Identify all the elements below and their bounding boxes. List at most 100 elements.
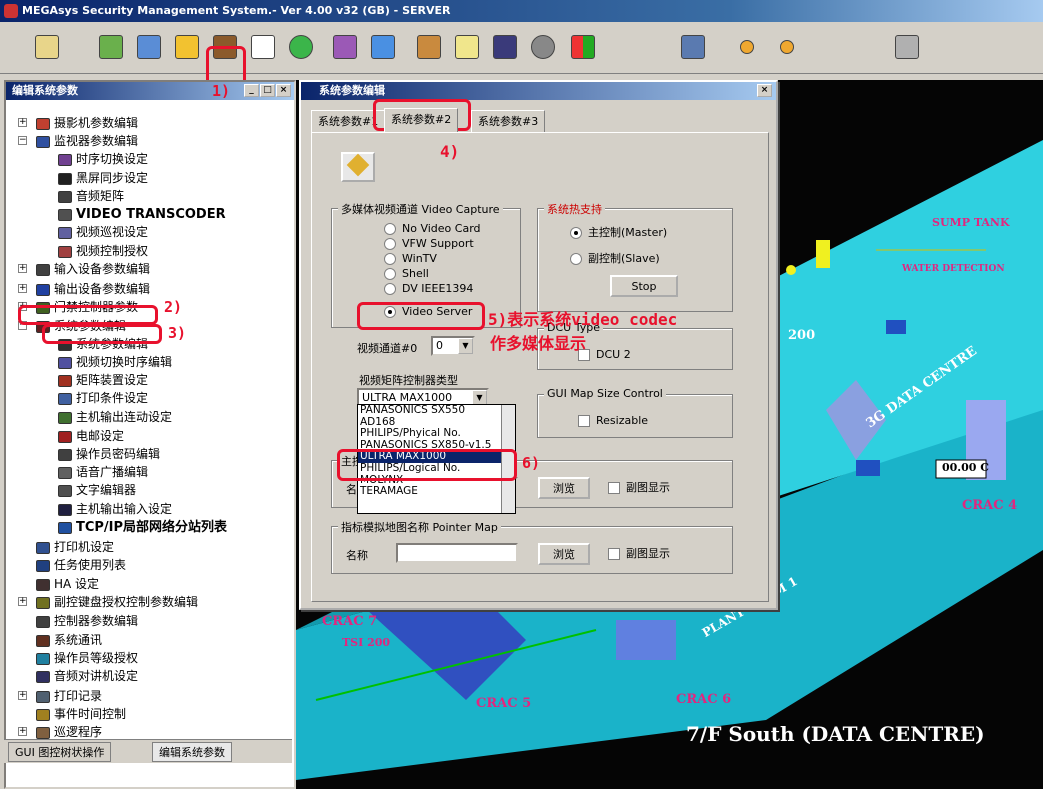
radio-master[interactable]: 主控制(Master) xyxy=(570,225,667,241)
timer-icon[interactable] xyxy=(284,30,318,64)
tree-item[interactable]: 系统通讯 xyxy=(36,631,102,649)
windows-icon[interactable] xyxy=(566,30,600,64)
radio-wintv[interactable]: WinTV xyxy=(384,251,437,267)
person-icon[interactable] xyxy=(412,30,446,64)
cube-icon[interactable] xyxy=(676,30,710,64)
tree-item-label: 音频对讲机设定 xyxy=(54,669,139,683)
tree-item[interactable]: 电邮设定 xyxy=(58,427,124,445)
monitor-icon[interactable] xyxy=(488,30,522,64)
tree-item-icon xyxy=(58,356,72,369)
tree-item-label: 视频巡视设定 xyxy=(76,225,149,239)
tab-edit-system[interactable]: 编辑系统参数 xyxy=(152,742,232,762)
close-button[interactable]: × xyxy=(276,84,291,97)
tree-item[interactable]: 控制器参数编辑 xyxy=(36,612,138,630)
tree-item[interactable]: 黑屏同步设定 xyxy=(58,169,148,187)
tree-item[interactable]: 打印机设定 xyxy=(36,538,114,556)
tree-item-icon xyxy=(36,652,50,665)
main-map-subshow-checkbox[interactable]: 副图显示 xyxy=(608,480,670,496)
map-label-crac6[interactable]: CRAC 6 xyxy=(676,692,731,707)
tree-item[interactable]: 时序切换设定 xyxy=(58,150,148,168)
tree-item[interactable]: 事件时间控制 xyxy=(36,705,126,723)
tree-item[interactable]: 视频控制授权 xyxy=(58,242,148,260)
tab-params-2[interactable]: 系统参数#2 xyxy=(384,108,459,132)
map-label-water[interactable]: WATER DETECTION xyxy=(902,264,1005,274)
expand-icon[interactable]: + xyxy=(18,691,27,700)
tree-item[interactable]: 音频对讲机设定 xyxy=(36,667,138,685)
tree-item[interactable]: 音频矩阵 xyxy=(58,187,124,205)
radio-dv-ieee[interactable]: DV IEEE1394 xyxy=(384,281,473,297)
tree-item[interactable]: 摄影机参数编辑 xyxy=(36,114,138,132)
app-title: MEGAsys Security Management System.- Ver… xyxy=(22,4,451,17)
chevron-down-icon[interactable]: ▼ xyxy=(458,338,473,354)
tree-item[interactable]: 输出设备参数编辑 xyxy=(36,280,150,298)
tree-item[interactable]: 打印条件设定 xyxy=(58,389,148,407)
radio-no-video-card[interactable]: No Video Card xyxy=(384,221,481,237)
video-capture-label: 多媒体视频通道 Video Capture xyxy=(338,201,503,217)
stop-button[interactable]: Stop xyxy=(610,275,678,297)
dialog-close-button[interactable]: × xyxy=(757,84,772,97)
pointer-map-subshow-checkbox[interactable]: 副图显示 xyxy=(608,546,670,562)
grid-icon[interactable] xyxy=(94,30,128,64)
map-label-sump[interactable]: SUMP TANK xyxy=(932,216,1010,229)
main-map-browse-button[interactable]: 浏览 xyxy=(538,477,590,499)
clock-icon[interactable] xyxy=(246,30,280,64)
notes-icon[interactable] xyxy=(450,30,484,64)
map-label-crac7[interactable]: CRAC 7 xyxy=(322,614,377,629)
map-label-tsi[interactable]: TSI 200 xyxy=(342,636,390,649)
pointer-map-browse-button[interactable]: 浏览 xyxy=(538,543,590,565)
scanner-icon[interactable] xyxy=(366,30,400,64)
tree-item[interactable]: 矩阵装置设定 xyxy=(58,371,148,389)
radio-slave[interactable]: 副控制(Slave) xyxy=(570,251,660,267)
expand-icon[interactable]: + xyxy=(18,727,27,736)
tree-item[interactable]: 主机输出连动设定 xyxy=(58,408,172,426)
matrix-option[interactable]: AD168 xyxy=(358,417,515,429)
bulb-icon[interactable] xyxy=(730,30,764,64)
collapse-icon[interactable]: − xyxy=(18,136,27,145)
tree-item[interactable]: 监视器参数编辑 xyxy=(36,132,138,150)
pointer-map-name-input[interactable] xyxy=(396,543,518,563)
tree-item[interactable]: 语音广播编辑 xyxy=(58,463,148,481)
expand-icon[interactable]: + xyxy=(18,118,27,127)
minimize-button[interactable]: _ xyxy=(244,84,259,97)
tab-gui-tree[interactable]: GUI 图控树状操作 xyxy=(8,742,112,762)
tree-item[interactable]: VIDEO TRANSCODER xyxy=(58,205,226,223)
tree-item-label: VIDEO TRANSCODER xyxy=(76,207,226,222)
tree-item-icon xyxy=(58,374,72,387)
helmet-icon[interactable] xyxy=(170,30,204,64)
tree-item[interactable]: 打印记录 xyxy=(36,687,102,705)
tree-item[interactable]: 操作员密码编辑 xyxy=(58,445,160,463)
tree-item[interactable]: 任务使用列表 xyxy=(36,556,126,574)
alert-icon-button[interactable] xyxy=(341,152,375,182)
maximize-button[interactable]: □ xyxy=(260,84,275,97)
map-label-crac5[interactable]: CRAC 5 xyxy=(476,696,531,711)
matrix-option[interactable]: TERAMAGE xyxy=(358,486,515,498)
bulb-icon-2[interactable] xyxy=(770,30,804,64)
matrix-option[interactable]: PHILIPS/Phyical No. xyxy=(358,428,515,440)
tab-params-3[interactable]: 系统参数#3 xyxy=(471,110,546,132)
tree-item[interactable]: 文字编辑器 xyxy=(58,481,136,499)
resizable-checkbox[interactable]: Resizable xyxy=(578,413,648,429)
tree-item[interactable]: 主机输出输入设定 xyxy=(58,500,172,518)
radio-shell[interactable]: Shell xyxy=(384,266,429,282)
camera-icon[interactable] xyxy=(890,30,924,64)
tree-item[interactable]: 视频切换时序编辑 xyxy=(58,353,172,371)
matrix-option[interactable]: PANASONICS SX550 xyxy=(358,405,515,417)
expand-icon[interactable]: + xyxy=(18,284,27,293)
disc-icon[interactable] xyxy=(526,30,560,64)
map-label-200: 200 xyxy=(788,328,816,343)
radio-vfw[interactable]: VFW Support xyxy=(384,236,474,252)
expand-icon[interactable]: + xyxy=(18,597,27,606)
tree-item[interactable]: 输入设备参数编辑 xyxy=(36,260,150,278)
tree-item-label: 主机输出连动设定 xyxy=(76,410,173,424)
video-channel-select[interactable]: 0 ▼ xyxy=(431,336,475,356)
tree-item[interactable]: HA 设定 xyxy=(36,575,99,593)
tree-item[interactable]: 操作员等级授权 xyxy=(36,649,138,667)
lock-icon[interactable] xyxy=(30,30,64,64)
tree-icon[interactable] xyxy=(132,30,166,64)
tree-item[interactable]: 副控键盘授权控制参数编辑 xyxy=(36,593,198,611)
map-label-crac4[interactable]: CRAC 4 xyxy=(962,498,1017,513)
tree-item[interactable]: 视频巡视设定 xyxy=(58,223,148,241)
chart-icon[interactable] xyxy=(328,30,362,64)
tree-item[interactable]: TCP/IP局部网络分站列表 xyxy=(58,518,227,536)
expand-icon[interactable]: + xyxy=(18,264,27,273)
